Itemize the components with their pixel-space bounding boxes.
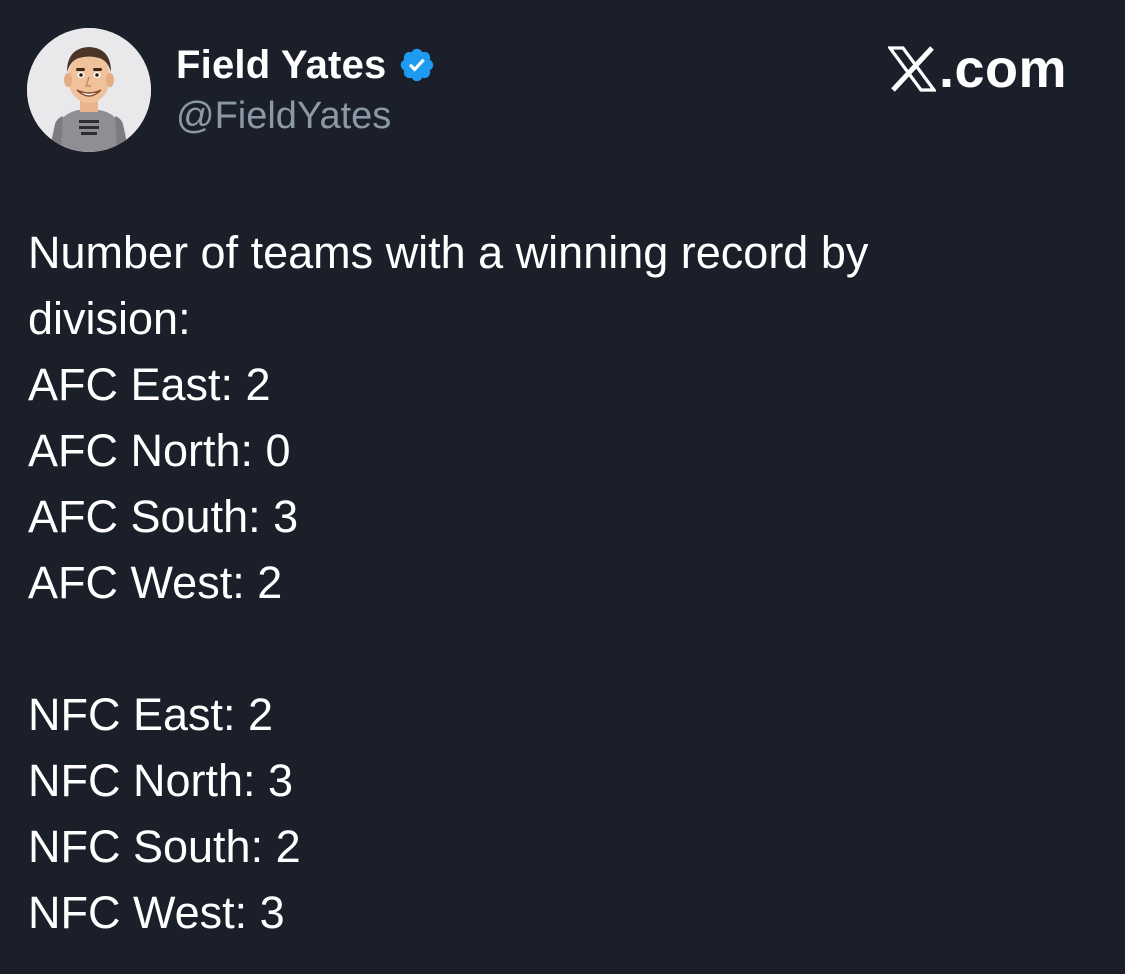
nfc-south-line: NFC South: 2 [28,821,301,872]
author-display-name[interactable]: Field Yates [176,40,386,90]
tweet-intro: Number of teams with a winning record by… [28,227,869,344]
nfc-east-line: NFC East: 2 [28,689,274,740]
verified-badge-icon [398,46,436,84]
x-com-brand[interactable]: .com [887,38,1067,100]
nfc-west-line: NFC West: 3 [28,887,285,938]
afc-east-line: AFC East: 2 [28,359,271,410]
afc-north-line: AFC North: 0 [28,425,291,476]
x-logo-icon [887,46,936,92]
avatar[interactable] [27,28,151,152]
author-name-row: Field Yates [176,40,436,90]
avatar-shirt-text [79,120,99,135]
tweet-header: Field Yates @FieldYates .com [0,0,1125,180]
afc-west-line: AFC West: 2 [28,557,283,608]
afc-south-line: AFC South: 3 [28,491,299,542]
cartoon-avatar-icon [27,28,151,152]
brand-domain-text: .com [938,39,1067,99]
nfc-north-line: NFC North: 3 [28,755,294,806]
tweet-text: Number of teams with a winning record by… [28,220,1088,946]
author-handle[interactable]: @FieldYates [176,92,391,140]
